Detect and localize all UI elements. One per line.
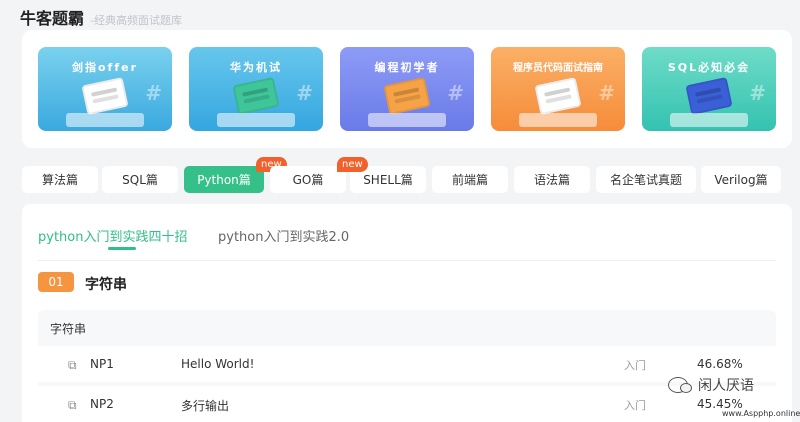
question-code: NP2 [90,397,114,411]
banner-title: 剑指offer [71,61,138,74]
banner-panel: 剑指offer # 华为机试 # 编程初学者 # 程序员代码面试指南 # SQL… [22,30,792,148]
tab-python[interactable]: Python篇 [184,166,264,193]
book-icon [685,76,733,116]
code-icon [383,76,431,116]
hash-icon: # [447,81,464,105]
hash-icon: # [598,81,615,105]
watermark-text: 闲人厌语 [698,378,754,394]
tab-algorithm[interactable]: 算法篇 [22,166,98,193]
group-title: 字符串 [50,322,87,336]
page-header: 牛客题霸 -经典高频面试题库 [20,5,182,28]
question-icon: ⧉ [68,358,77,372]
watermark-url: www.Aspphp.online [722,409,800,418]
question-row[interactable]: ⧉ NP1 Hello World! 入门 46.68% [38,346,776,382]
question-level: 入门 [624,399,646,412]
book-icon [534,76,582,116]
platform-decoration [217,113,295,127]
brand-slogan: -经典高频面试题库 [90,14,182,27]
subtab-python-40[interactable]: python入门到实践四十招 [38,226,187,245]
laptop-icon [232,76,280,116]
platform-decoration [670,113,748,127]
platform-decoration [66,113,144,127]
banner-title: 编程初学者 [374,61,440,74]
question-level: 入门 [624,359,646,372]
watermark: 闲人厌语 [668,375,754,395]
tab-syntax[interactable]: 语法篇 [514,166,590,193]
wechat-icon [668,377,692,393]
tab-frontend[interactable]: 前端篇 [432,166,508,193]
active-tab-indicator [108,247,136,250]
platform-decoration [519,113,597,127]
banner-card-beginner[interactable]: 编程初学者 # [340,47,474,131]
tab-sql[interactable]: SQL篇 [102,166,178,193]
banner-card-huawei[interactable]: 华为机试 # [189,47,323,131]
hash-icon: # [749,81,766,105]
hash-icon: # [296,81,313,105]
tab-company-exams[interactable]: 名企笔试真题 [596,166,696,193]
question-title[interactable]: 多行输出 [181,397,229,414]
question-code: NP1 [90,357,114,371]
question-row[interactable]: ⧉ NP2 多行输出 入门 45.45% [38,386,776,422]
platform-decoration [368,113,446,127]
banner-title: SQL必知必会 [667,61,751,74]
question-group: 字符串 ⧉ NP1 Hello World! 入门 46.68% ⧉ NP2 多… [38,310,776,422]
question-title[interactable]: Hello World! [181,357,254,371]
banner-card-sql[interactable]: SQL必知必会 # [642,47,776,131]
subtab-python-2[interactable]: python入门到实践2.0 [218,226,349,245]
hash-icon: # [145,81,162,105]
question-pass-rate: 46.68% [697,357,743,371]
new-badge: new [337,157,368,172]
banner-title: 华为机试 [230,61,282,74]
category-tabs: 算法篇 SQL篇 Python篇 new GO篇 SHELL篇 new 前端篇 … [22,157,792,193]
book-icon [81,76,129,116]
banner-card-interview-guide[interactable]: 程序员代码面试指南 # [491,47,625,131]
banner-title: 程序员代码面试指南 [513,63,603,74]
divider [38,260,776,261]
tab-go[interactable]: GO篇 [270,166,346,193]
banner-card-offer[interactable]: 剑指offer # [38,47,172,131]
section-title: 字符串 [85,277,127,293]
section-number: 01 [38,272,74,292]
tab-verilog[interactable]: Verilog篇 [701,166,781,193]
brand-title: 牛客题霸 [20,9,85,28]
question-icon: ⧉ [68,398,77,412]
